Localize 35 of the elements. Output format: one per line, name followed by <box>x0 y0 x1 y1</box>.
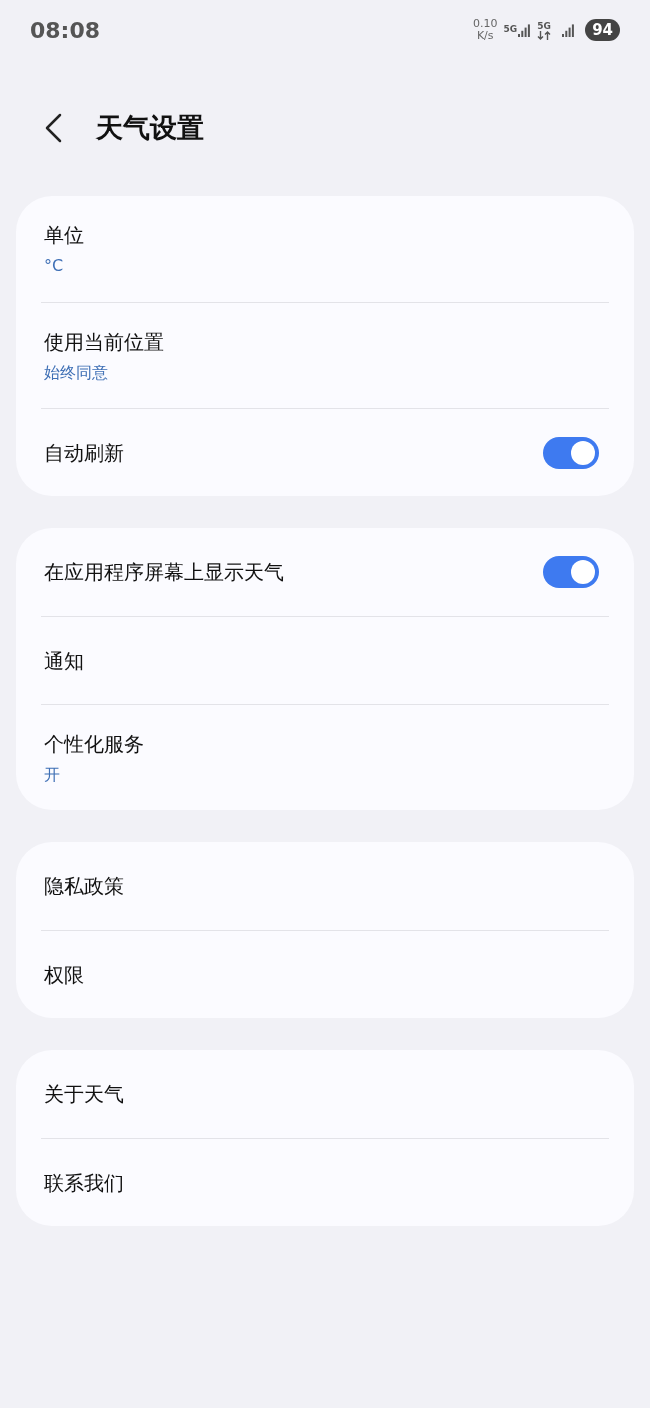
settings-item[interactable]: 关于天气 <box>41 1050 609 1138</box>
settings-item[interactable]: 通知 <box>41 616 609 704</box>
item-subtitle: 始终同意 <box>44 361 109 384</box>
signal-icon <box>561 23 576 37</box>
item-subtitle: 开 <box>44 763 61 786</box>
item-subtitle: °C <box>44 255 65 277</box>
network-type: 5G <box>537 20 551 31</box>
item-title: 使用当前位置 <box>44 328 164 356</box>
settings-item[interactable]: 隐私政策 <box>41 842 609 930</box>
network-type: 5G <box>503 23 518 36</box>
item-title: 自动刷新 <box>44 439 124 467</box>
page-title: 天气设置 <box>96 110 204 145</box>
network-speed: 0.10 <box>472 18 498 30</box>
item-title: 单位 <box>44 222 84 249</box>
data-arrows-icon <box>537 30 552 40</box>
settings-item[interactable]: 自动刷新 <box>41 408 609 496</box>
item-title: 联系我们 <box>44 1169 124 1197</box>
settings-item[interactable]: 在应用程序屏幕上显示天气 <box>41 528 609 616</box>
battery-indicator: 94 <box>585 19 620 41</box>
item-title: 隐私政策 <box>44 873 124 900</box>
signal-icon <box>517 23 532 37</box>
item-title: 在应用程序屏幕上显示天气 <box>44 559 284 586</box>
toggle-switch[interactable] <box>543 436 599 469</box>
item-title: 关于天气 <box>44 1081 124 1108</box>
speed-unit: K/s <box>476 30 494 42</box>
settings-item[interactable]: 个性化服务 开 <box>41 704 609 810</box>
toggle-switch[interactable] <box>543 556 599 588</box>
item-title: 权限 <box>44 961 84 989</box>
settings-item[interactable]: 权限 <box>41 930 609 1018</box>
item-title: 个性化服务 <box>44 730 144 758</box>
item-title: 通知 <box>44 647 84 675</box>
status-time: 08:08 <box>30 16 101 45</box>
settings-item[interactable]: 联系我们 <box>41 1138 609 1226</box>
settings-item[interactable]: 使用当前位置 始终同意 <box>41 302 609 408</box>
settings-item[interactable]: 单位 °C <box>41 196 609 302</box>
